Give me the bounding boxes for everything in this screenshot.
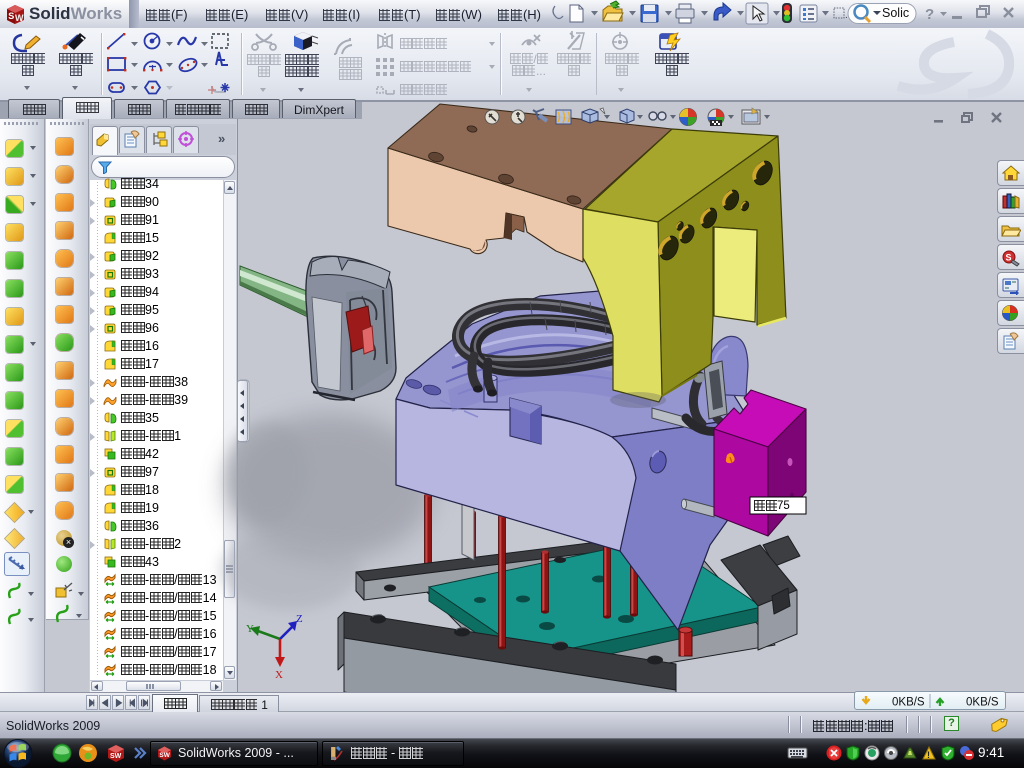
svg-text:W: W [15,13,24,23]
svg-text:?: ? [925,6,934,23]
svg-text:Solic: Solic [882,6,909,20]
svg-text:Y: Y [246,623,254,635]
svg-text:!: ! [927,750,930,760]
svg-text:SW: SW [159,752,170,759]
svg-text:0KB/S: 0KB/S [892,697,925,709]
svg-text:S: S [1006,253,1012,263]
svg-text:X: X [275,669,283,681]
svg-text:0KB/S: 0KB/S [966,697,999,709]
svg-text:S: S [8,11,14,21]
svg-text:Z: Z [296,613,303,625]
svg-text:SW: SW [110,753,122,760]
